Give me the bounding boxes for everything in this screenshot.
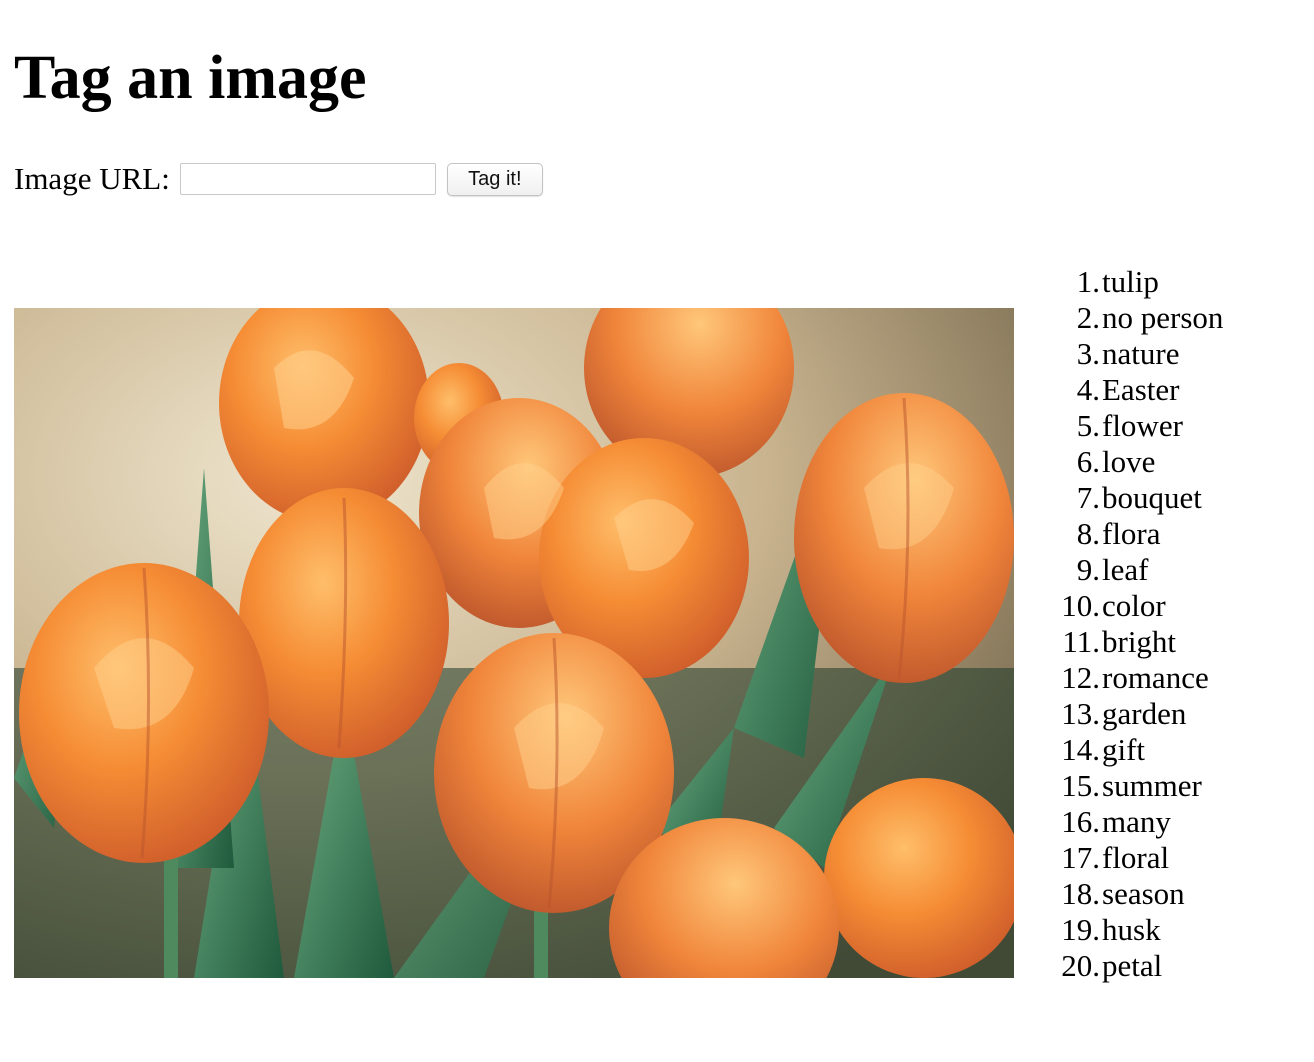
tag-label: summer [1102,768,1202,803]
tag-item: 7. bouquet [1054,480,1223,516]
tag-item: 12. romance [1054,660,1223,696]
tag-number: 11. [1062,624,1100,659]
tag-item: 1. tulip [1054,264,1223,300]
tag-label: many [1102,804,1171,839]
tag-label: nature [1102,336,1180,371]
tag-label: love [1102,444,1156,479]
tag-label: season [1102,876,1185,911]
tagged-image [14,308,1014,978]
tag-number: 5. [1076,408,1100,443]
tag-item: 4. Easter [1054,372,1223,408]
tag-item: 11. bright [1054,624,1223,660]
tag-item: 20. petal [1054,948,1223,984]
tag-number: 19. [1061,912,1100,947]
tag-number: 15. [1061,768,1100,803]
tag-number: 3. [1076,336,1100,371]
tag-label: flora [1102,516,1161,551]
tag-number: 1. [1076,264,1100,299]
tag-label: romance [1102,660,1209,695]
tag-item: 14. gift [1054,732,1223,768]
tag-item: 3. nature [1054,336,1223,372]
tag-item: 19. husk [1054,912,1223,948]
tag-number: 13. [1061,696,1100,731]
tag-number: 18. [1061,876,1100,911]
tag-item: 16. many [1054,804,1223,840]
tag-number: 20. [1061,948,1100,983]
tag-item: 8. flora [1054,516,1223,552]
tag-list: 1. tulip 2. no person 3. nature 4. Easter 5. flow… [1054,264,1223,984]
tag-label: floral [1102,840,1170,875]
tag-label: garden [1102,696,1187,731]
tag-label: flower [1102,408,1183,443]
image-url-label: Image URL: [14,161,170,196]
tag-number: 17. [1061,840,1100,875]
tag-label: gift [1102,732,1146,767]
tag-item: 9. leaf [1054,552,1223,588]
tag-item: 5. flower [1054,408,1223,444]
tag-item: 2. no person [1054,300,1224,336]
tag-it-button[interactable]: Tag it! [446,162,543,196]
tag-label: leaf [1102,552,1149,587]
page-title: Tag an image [14,44,367,112]
tag-number: 12. [1061,660,1100,695]
tag-item: 6. love [1054,444,1223,480]
tag-label: tulip [1102,264,1159,299]
tag-number: 14. [1061,732,1100,767]
tag-number: 4. [1076,372,1100,407]
tag-number: 16. [1061,804,1100,839]
tag-item: 17. floral [1054,840,1223,876]
tag-label: petal [1102,948,1163,983]
tag-label: bouquet [1102,480,1202,515]
tag-label: no person [1102,300,1224,335]
tag-item: 10. color [1054,588,1223,624]
tag-item: 18. season [1054,876,1223,912]
tag-label: color [1102,588,1166,623]
tag-number: 10. [1061,588,1100,623]
tag-number: 7. [1076,480,1100,515]
image-url-input[interactable] [179,163,436,195]
tag-number: 6. [1076,444,1100,479]
tag-label: husk [1102,912,1161,947]
url-form: Image URL: Tag it! [14,158,543,200]
tag-number: 2. [1076,300,1100,335]
tag-number: 8. [1076,516,1100,551]
tag-label: Easter [1102,372,1180,407]
tag-item: 15. summer [1054,768,1223,804]
tag-label: bright [1102,624,1177,659]
tag-item: 13. garden [1054,696,1223,732]
tag-number: 9. [1076,552,1100,587]
